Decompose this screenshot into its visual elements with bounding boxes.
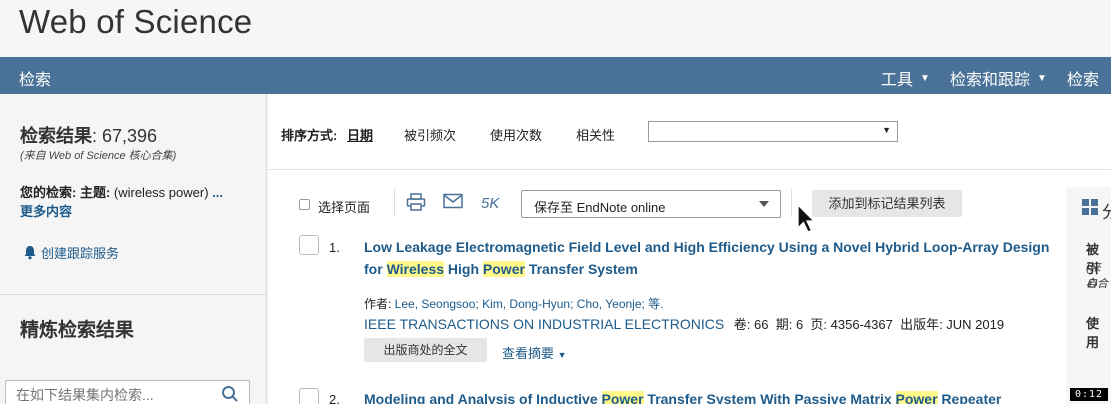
caret-down-icon: ▼: [1037, 72, 1047, 84]
title-highlight: Power: [601, 391, 644, 404]
caret-down-icon: ▼: [920, 72, 930, 84]
sort-option-relevance[interactable]: 相关性: [576, 125, 615, 144]
authors-label: 作者:: [364, 297, 395, 311]
analysis-title: 分: [1102, 203, 1111, 222]
record-title-link[interactable]: Low Leakage Electromagnetic Field Level …: [364, 236, 1064, 280]
chevron-down-icon: [759, 201, 769, 207]
nav-bar: 检索 工具 ▼ 检索和跟踪 ▼ 检索历: [0, 57, 1111, 113]
usage-label: 使用: [1086, 316, 1100, 350]
record-checkbox[interactable]: [299, 235, 319, 255]
record-number: 2.: [329, 392, 340, 404]
recording-timer: 0:12: [1070, 388, 1109, 401]
bell-icon: [24, 246, 36, 260]
your-search: 您的检索: 主题: (wireless power) ...: [20, 182, 223, 201]
title-text: High: [444, 261, 483, 277]
journal-link[interactable]: IEEE TRANSACTIONS ON INDUSTRIAL ELECTRON…: [364, 316, 724, 332]
record-volume: 卷: 66: [733, 317, 769, 332]
email-icon[interactable]: [443, 193, 463, 209]
search-icon[interactable]: [221, 385, 239, 403]
title-text: Transfer System: [524, 261, 638, 277]
brand-title[interactable]: Web of Science: [19, 3, 252, 41]
sort-bar: 排序方式: 日期 被引频次 使用次数 相关性 ▼: [268, 94, 1111, 170]
toolbar-divider: [791, 189, 792, 217]
your-search-label: 您的检索: 主题:: [20, 185, 111, 200]
refine-search-box[interactable]: [5, 380, 250, 404]
view-abstract-link[interactable]: 查看摘要 ▼: [502, 343, 567, 362]
header: Web of Science: [0, 0, 1111, 57]
title-text: Transfer System With Passive Matrix: [643, 391, 896, 404]
results-source: (来自 Web of Science 核心合集): [20, 150, 177, 162]
results-label: 检索结果: [20, 126, 92, 146]
results-summary: 检索结果: 67,396: [20, 122, 157, 148]
nav-tools-label: 工具: [881, 72, 914, 89]
select-page-label[interactable]: 选择页面: [318, 197, 370, 216]
sort-option-date[interactable]: 日期: [347, 125, 373, 144]
create-alert-label: 创建跟踪服务: [41, 246, 120, 261]
sort-option-usage[interactable]: 使用次数: [490, 125, 542, 144]
sort-option-citations[interactable]: 被引频次: [404, 125, 456, 144]
more-dots[interactable]: ...: [212, 185, 223, 200]
select-page-checkbox[interactable]: [299, 199, 310, 210]
record-checkbox[interactable]: [299, 388, 319, 404]
record-authors: 作者: Lee, Seongsoo; Kim, Dong-Hyun; Cho, …: [364, 295, 664, 312]
mouse-cursor-icon: [797, 204, 816, 233]
nav-search[interactable]: 检索: [19, 66, 51, 90]
analyze-grid-icon[interactable]: [1082, 199, 1098, 215]
caret-down-icon: ▼: [882, 125, 891, 135]
sidebar: 检索结果: 67,396 (来自 Web of Science 核心合集) 您的…: [0, 94, 267, 404]
refine-title: 精炼检索结果: [20, 320, 135, 341]
endnote-select-value: 保存至 EndNote online: [534, 200, 666, 215]
record-number: 1.: [329, 240, 340, 255]
your-search-value: (wireless power): [110, 185, 213, 200]
nav-search-track[interactable]: 检索和跟踪 ▼: [950, 66, 1047, 90]
title-text: Modeling and Analysis of Inductive: [364, 391, 602, 404]
title-highlight: Wireless: [386, 261, 445, 277]
caret-down-icon: ▼: [557, 350, 567, 360]
results-toolbar: 选择页面 5K 保存至 EndNote online 添加到标记结果列表: [268, 171, 1111, 221]
sidebar-divider: [0, 294, 267, 295]
nav-search-track-label: 检索和跟踪: [950, 72, 1031, 89]
create-alert-link[interactable]: 创建跟踪服务: [23, 243, 119, 262]
results-count: : 67,396: [92, 126, 158, 146]
title-highlight: Power: [482, 261, 525, 277]
refine-search-input[interactable]: [6, 381, 206, 404]
source-note: 心合: [1086, 278, 1108, 290]
publisher-fulltext-button[interactable]: 出版商处的全文: [364, 338, 487, 362]
endnote-select[interactable]: 保存至 EndNote online: [521, 190, 781, 218]
record-source: IEEE TRANSACTIONS ON INDUSTRIAL ELECTRON…: [364, 314, 1004, 333]
sort-label: 排序方式:: [281, 128, 338, 143]
analysis-panel: 分 被引 (来自 心合 使用: [1066, 187, 1111, 404]
title-text: Repeater: [937, 391, 1002, 404]
record-pub-date: 出版年: JUN 2019: [900, 317, 1005, 332]
add-to-marked-list-button[interactable]: 添加到标记结果列表: [812, 190, 962, 217]
export-5k-button[interactable]: 5K: [481, 195, 499, 212]
toolbar-divider: [394, 189, 395, 217]
authors-links[interactable]: Lee, Seongsoo; Kim, Dong-Hyun; Cho, Yeon…: [395, 297, 664, 311]
nav-tools[interactable]: 工具 ▼: [881, 66, 930, 90]
view-abstract-label: 查看摘要: [502, 346, 555, 361]
sort-more-select[interactable]: ▼: [648, 121, 898, 142]
results-main: 排序方式: 日期 被引频次 使用次数 相关性 ▼ 选择页面 5K 保存至 End…: [268, 94, 1111, 404]
title-highlight: Power: [895, 391, 938, 404]
more-link[interactable]: 更多内容: [20, 201, 72, 220]
print-icon[interactable]: [406, 193, 426, 211]
record-issue: 期: 6: [775, 317, 804, 332]
record-pages: 页: 4356-4367: [810, 317, 893, 332]
record-title-link[interactable]: Modeling and Analysis of Inductive Power…: [364, 388, 1064, 404]
